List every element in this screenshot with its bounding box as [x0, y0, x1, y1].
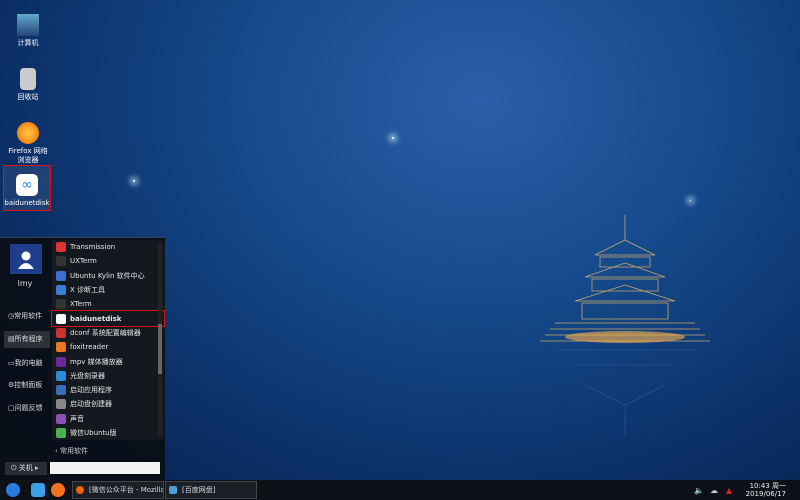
- app-item-微信ubuntu版[interactable]: 微信Ubuntu版: [52, 426, 164, 440]
- chat-icon: ▢: [8, 404, 15, 412]
- app-icon: [56, 385, 66, 395]
- app-label: X 诊断工具: [70, 285, 105, 295]
- menu-category-control-panel[interactable]: ⚙控制面板: [4, 377, 50, 394]
- start-menu: lmy ◷常用软件 ▤所有程序 ▭我的电脑 ⚙控制面板 ▢问题反馈 Transm…: [0, 237, 165, 480]
- user-name: lmy: [0, 279, 50, 288]
- app-icon: [56, 256, 66, 266]
- desktop-icon-baidunetdisk[interactable]: ∞ baidunetdisk: [4, 166, 50, 210]
- firefox-icon: [17, 122, 39, 144]
- label: 常用软件: [14, 312, 42, 320]
- app-item-uxterm[interactable]: UXTerm: [52, 254, 164, 268]
- app-icon: [56, 314, 66, 324]
- volume-icon[interactable]: 🔈: [694, 486, 704, 495]
- app-item-启动应用程序[interactable]: 启动应用程序: [52, 383, 164, 397]
- app-label: foxitreader: [70, 343, 108, 351]
- app-item-transmission[interactable]: Transmission: [52, 240, 164, 254]
- computer-icon: [17, 14, 39, 36]
- monitor-icon: ▭: [8, 359, 15, 367]
- label: 所有程序: [15, 335, 43, 343]
- app-item-启动盘创建器[interactable]: 启动盘创建器: [52, 397, 164, 411]
- app-item-mpv-媒体播放器[interactable]: mpv 媒体播放器: [52, 354, 164, 368]
- app-label: 光盘刻录器: [70, 371, 105, 381]
- label: 控制面板: [14, 381, 42, 389]
- app-item-foxitreader[interactable]: foxitreader: [52, 340, 164, 354]
- app-icon: [56, 271, 66, 281]
- trash-icon: [20, 68, 36, 90]
- app-label: Transmission: [70, 243, 115, 251]
- task-firefox[interactable]: [微信公众平台 - Mozilla F...: [72, 481, 164, 499]
- desktop-icon-label: 回收站: [18, 93, 39, 101]
- label: [百度网盘]: [182, 486, 215, 494]
- app-icon: [56, 399, 66, 409]
- app-item-声音[interactable]: 声音: [52, 412, 164, 426]
- app-icon: [56, 357, 66, 367]
- app-icon: [56, 285, 66, 295]
- desktop-icon-label: 计算机: [18, 39, 39, 47]
- firefox-icon: [76, 486, 84, 494]
- app-item-x-诊断工具[interactable]: X 诊断工具: [52, 283, 164, 297]
- taskbar: [微信公众平台 - Mozilla F... [百度网盘] 🔈 ☁ ▲ 10:4…: [0, 480, 800, 500]
- label: 问题反馈: [15, 404, 43, 412]
- app-label: UXTerm: [70, 257, 97, 265]
- file-manager-launcher[interactable]: [31, 483, 45, 497]
- app-item-光盘刻录器[interactable]: 光盘刻录器: [52, 369, 164, 383]
- app-icon: [56, 414, 66, 424]
- alert-icon[interactable]: ▲: [726, 486, 732, 495]
- label: [微信公众平台 - Mozilla F...: [89, 486, 164, 494]
- desktop-icon-computer[interactable]: 计算机: [5, 14, 51, 48]
- clock[interactable]: 10:43 周一2019/06/17: [746, 482, 786, 498]
- menu-category-all-programs[interactable]: ▤所有程序: [4, 331, 50, 348]
- app-label: 微信Ubuntu版: [70, 428, 117, 438]
- menu-category-feedback[interactable]: ▢问题反馈: [4, 400, 50, 417]
- app-label: 启动盘创建器: [70, 399, 112, 409]
- label: 关机: [19, 464, 33, 472]
- baidunetdisk-icon: ∞: [16, 174, 38, 196]
- app-label: mpv 媒体播放器: [70, 357, 123, 367]
- app-label: 启动应用程序: [70, 385, 112, 395]
- desktop-icon-trash[interactable]: 回收站: [5, 68, 51, 102]
- app-item-ubuntu-kylin-软件中心[interactable]: Ubuntu Kylin 软件中心: [52, 269, 164, 283]
- app-list: Transmission UXTerm Ubuntu Kylin 软件中心 X 诊断工…: [52, 240, 164, 440]
- date: 2019/06/17: [746, 490, 786, 498]
- app-item-dconf-系统配置编辑器[interactable]: dconf 系统配置编辑器: [52, 326, 164, 340]
- task-baidunetdisk[interactable]: [百度网盘]: [165, 481, 257, 499]
- temple-of-heaven-wallpaper: [540, 215, 710, 445]
- star: [392, 137, 394, 139]
- app-label: 声音: [70, 414, 84, 424]
- label: 我的电脑: [15, 359, 43, 367]
- firefox-launcher[interactable]: [51, 483, 65, 497]
- start-menu-button[interactable]: [6, 483, 20, 497]
- desktop-icon-label: baidunetdisk: [4, 199, 49, 207]
- power-icon: ⏻: [11, 464, 17, 472]
- menu-search-input[interactable]: [50, 462, 160, 474]
- app-icon: [56, 242, 66, 252]
- star: [133, 180, 135, 182]
- app-label: dconf 系统配置编辑器: [70, 328, 141, 338]
- app-label: baidunetdisk: [70, 315, 121, 323]
- grid-icon: ▤: [8, 335, 15, 343]
- time: 10:43 周一: [746, 482, 786, 490]
- app-icon: [56, 328, 66, 338]
- app-icon: [56, 299, 66, 309]
- shutdown-button[interactable]: ⏻ 关机 ▸: [5, 462, 47, 475]
- menu-category-my-computer[interactable]: ▭我的电脑: [4, 355, 50, 372]
- app-icon: [56, 342, 66, 352]
- label: 常用软件: [60, 447, 88, 455]
- desktop-icon-firefox[interactable]: Firefox 网络浏览器: [5, 122, 51, 165]
- app-item-xterm[interactable]: XTerm: [52, 297, 164, 311]
- baidunetdisk-icon: [169, 486, 177, 494]
- user-avatar[interactable]: [10, 244, 42, 274]
- app-icon: [56, 428, 66, 438]
- desktop-icon-label: Firefox 网络浏览器: [8, 147, 47, 164]
- back-to-common-button[interactable]: ‹ 常用软件: [55, 446, 88, 456]
- menu-category-common[interactable]: ◷常用软件: [4, 308, 50, 325]
- network-icon[interactable]: ☁: [710, 486, 718, 495]
- app-item-baidunetdisk[interactable]: baidunetdisk: [52, 311, 164, 325]
- app-label: Ubuntu Kylin 软件中心: [70, 271, 145, 281]
- app-label: XTerm: [70, 300, 92, 308]
- star: [690, 200, 691, 201]
- scrollbar[interactable]: [158, 244, 162, 436]
- app-icon: [56, 371, 66, 381]
